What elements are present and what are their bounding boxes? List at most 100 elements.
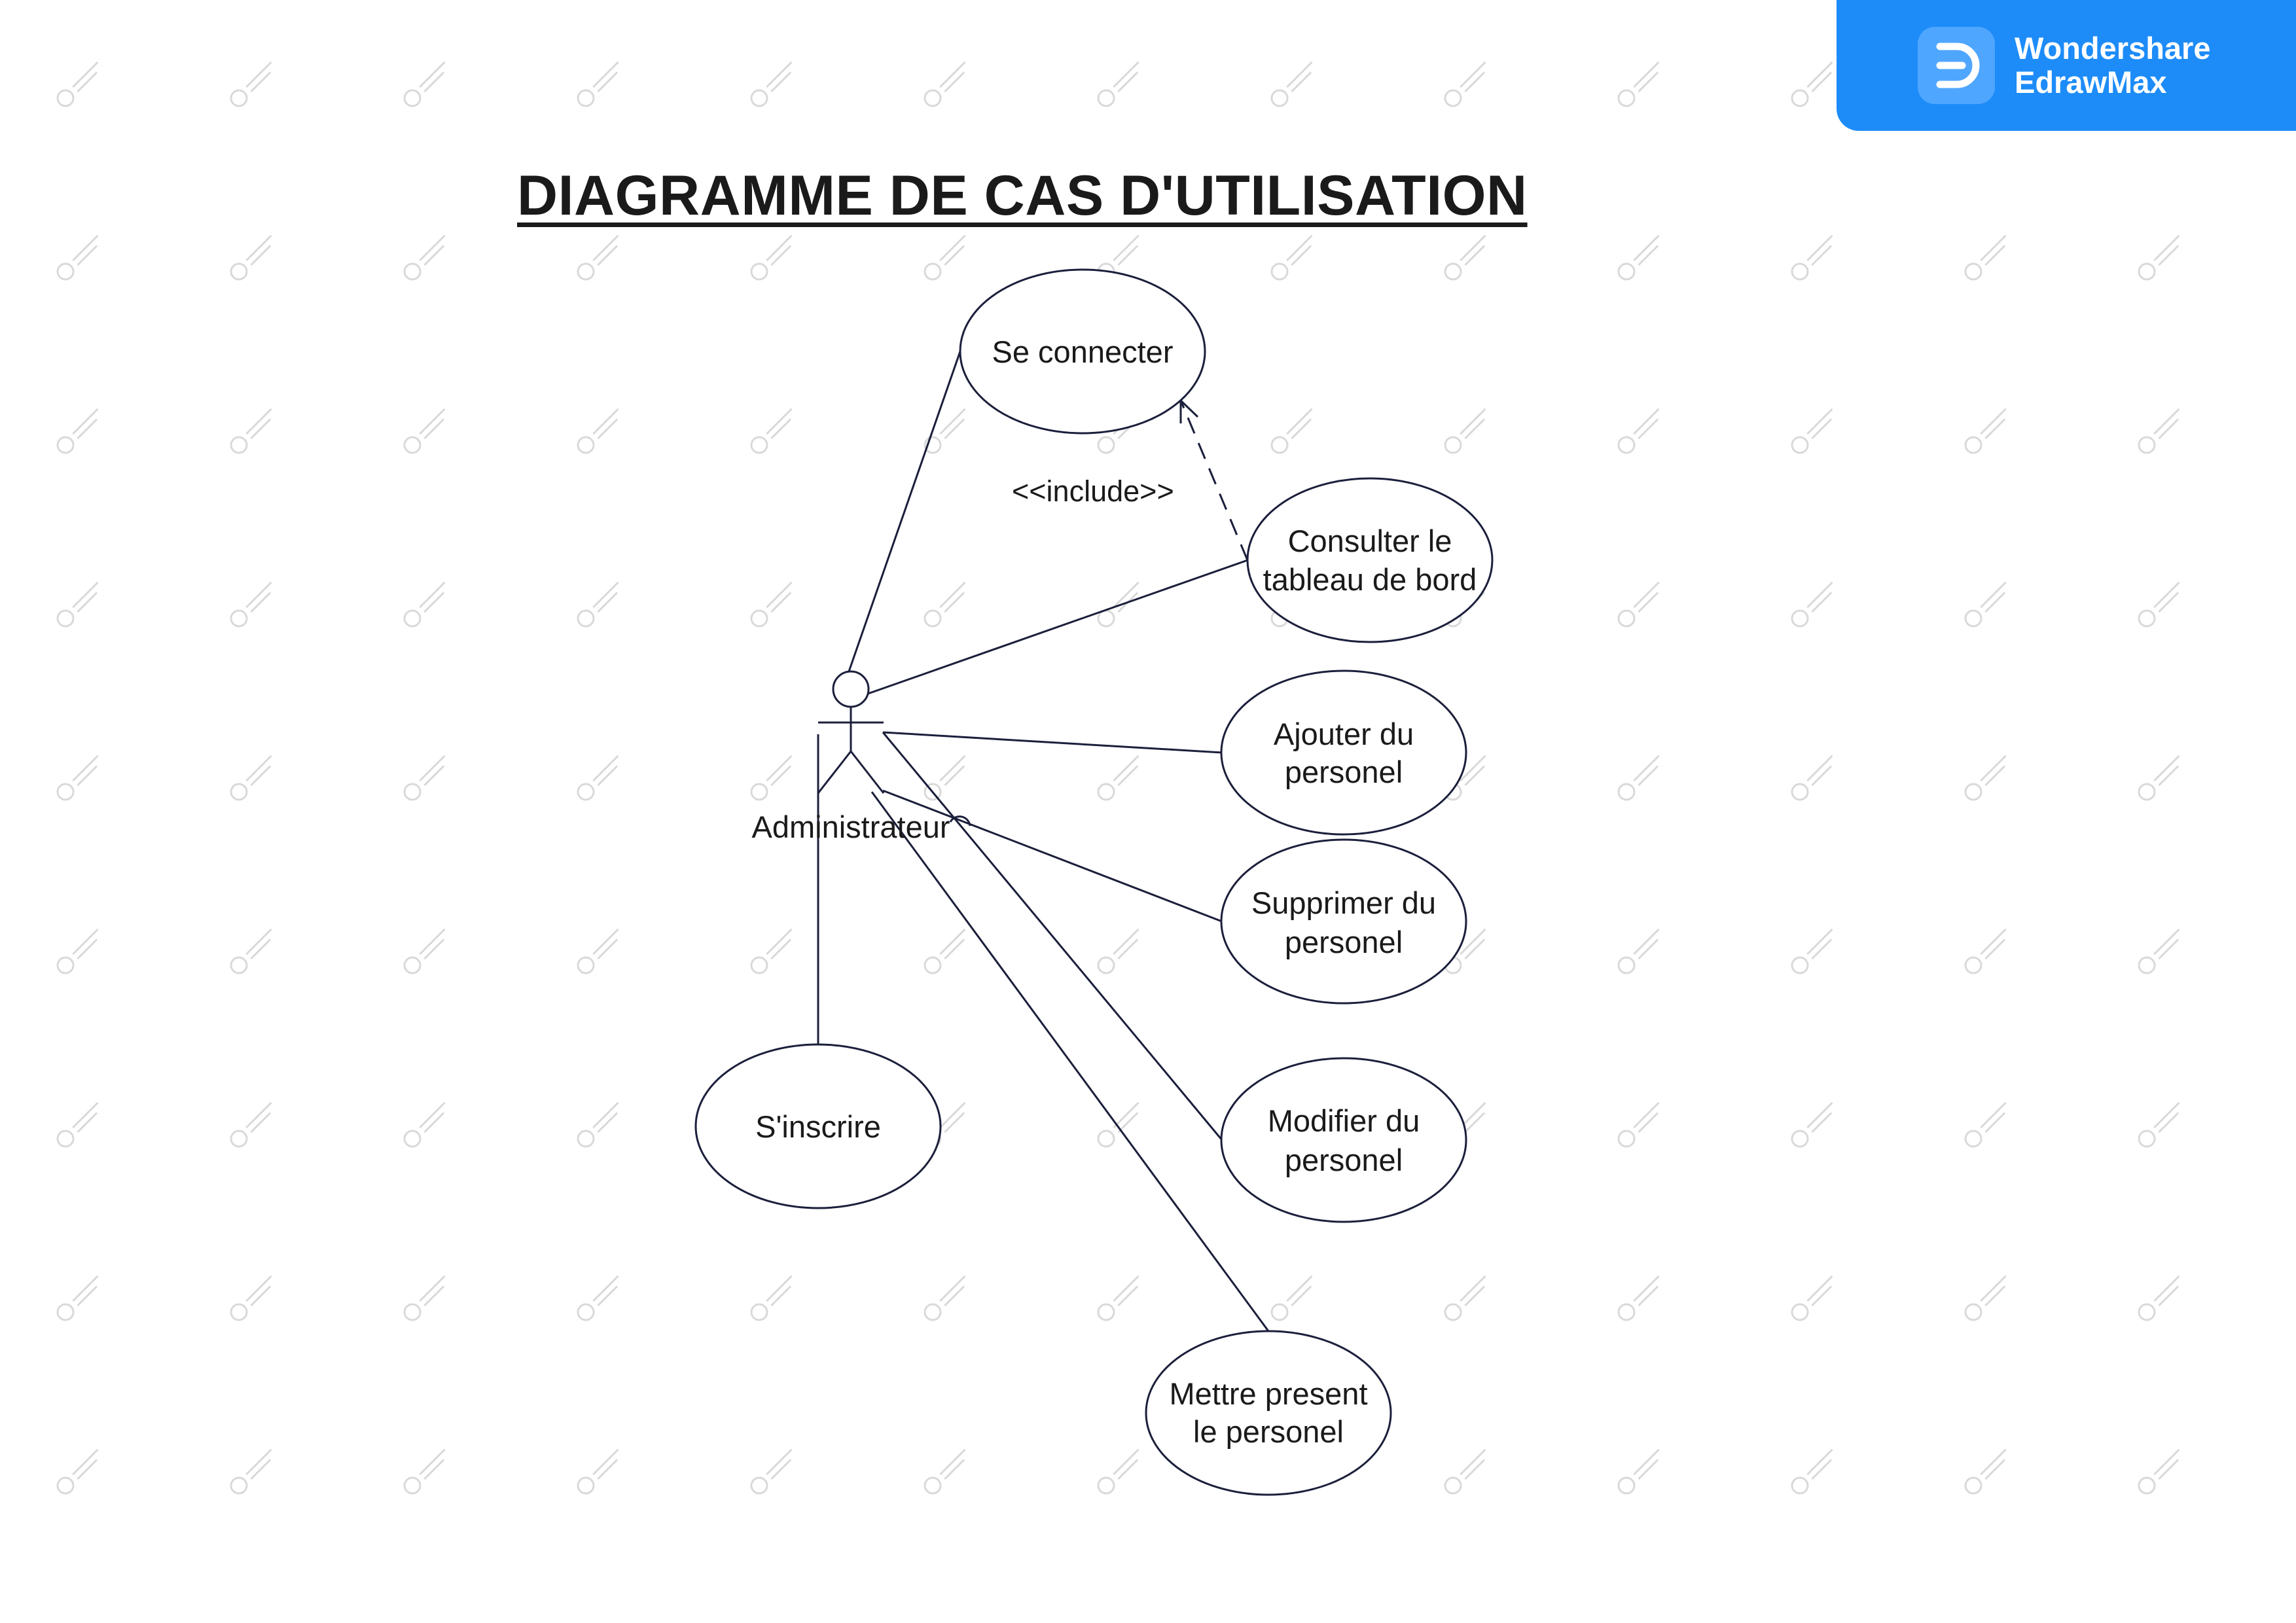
watermark-icon — [1617, 755, 1660, 801]
watermark-icon — [750, 1275, 793, 1321]
watermark-icon — [1617, 234, 1660, 281]
watermark-icon — [230, 1275, 272, 1321]
use-case-label: Se connecter — [992, 334, 1174, 369]
use-case-label-line1: Mettre present — [1169, 1376, 1367, 1411]
watermark-icon — [1617, 1101, 1660, 1148]
watermark-icon — [2138, 1101, 2180, 1148]
actor-label: Administrateur — [752, 810, 950, 844]
watermark-icon — [1097, 755, 1139, 801]
watermark-icon — [924, 755, 966, 801]
watermark-icon — [1617, 1275, 1660, 1321]
use-case-se-connecter[interactable]: Se connecter — [959, 268, 1206, 435]
use-case-label-line1: Ajouter du — [1274, 717, 1414, 751]
watermark-icon — [403, 234, 446, 281]
page-title: DIAGRAMME DE CAS D'UTILISATION — [517, 164, 1528, 227]
watermark-icon — [577, 61, 619, 107]
watermark-icon — [2138, 581, 2180, 628]
use-case-label-line2: le personel — [1193, 1414, 1344, 1449]
watermark-icon — [56, 1101, 99, 1148]
watermark-icon — [1097, 61, 1139, 107]
diagram-canvas: <<include>> Administrateur Se connecter … — [0, 0, 2296, 1623]
watermark-icon — [1617, 928, 1660, 974]
watermark-icon — [1791, 234, 1833, 281]
watermark-icon — [1270, 1275, 1313, 1321]
watermark-icon — [1964, 755, 2007, 801]
watermark-icon — [1791, 581, 1833, 628]
watermark-icon — [230, 1448, 272, 1495]
watermark-icon — [577, 408, 619, 454]
use-case-label-line1: Modifier du — [1268, 1103, 1420, 1138]
use-case-label-line1: Consulter le — [1288, 524, 1452, 558]
watermark-icon — [577, 581, 619, 628]
use-case-s-inscrire[interactable]: S'inscrire — [694, 1043, 942, 1209]
use-case-label-line2: personel — [1285, 925, 1403, 959]
use-case-label-line2: personel — [1285, 755, 1403, 789]
use-case-diagram: <<include>> Administrateur Se connecter … — [56, 61, 2180, 1496]
use-case-mettre-present-le-personel[interactable]: Mettre present le personel — [1145, 1330, 1392, 1496]
watermark-icon — [1964, 408, 2007, 454]
watermark-icon — [403, 1101, 446, 1148]
brand-name-line2: EdrawMax — [2015, 65, 2167, 99]
watermark-icon — [577, 755, 619, 801]
brand-badge[interactable]: Wondershare EdrawMax — [1837, 0, 2296, 131]
brand-name: Wondershare EdrawMax — [2015, 31, 2211, 99]
include-dependency-line — [1179, 400, 1249, 561]
watermark-icon — [1791, 1448, 1833, 1495]
watermark-icon — [1791, 928, 1833, 974]
watermark-icon — [56, 1275, 99, 1321]
watermark-icon — [1617, 61, 1660, 107]
watermark-icon — [56, 755, 99, 801]
watermark-icon — [2138, 1275, 2180, 1321]
watermark-icon — [750, 61, 793, 107]
watermark-icon — [1964, 1101, 2007, 1148]
watermark-icon — [750, 408, 793, 454]
watermark-icon — [924, 408, 966, 454]
watermark-icon — [924, 1275, 966, 1321]
watermark-icon — [924, 1448, 966, 1495]
use-case-label-line1: Supprimer du — [1251, 885, 1436, 920]
watermark-icon — [750, 581, 793, 628]
watermark-icon — [1270, 61, 1313, 107]
watermark-icon — [1617, 408, 1660, 454]
watermark-icon — [403, 581, 446, 628]
watermark-icon — [1791, 1275, 1833, 1321]
watermark-icon — [1270, 234, 1313, 281]
use-case-ajouter-du-personel[interactable]: Ajouter du personel — [1220, 669, 1467, 836]
watermark-icon — [1791, 408, 1833, 454]
actor-administrateur[interactable]: Administrateur — [752, 670, 950, 844]
watermark-icon — [2138, 408, 2180, 454]
watermark-icon — [2138, 1448, 2180, 1495]
association-se-connecter — [848, 351, 961, 672]
watermark-icon — [1791, 755, 1833, 801]
watermark-icon — [230, 234, 272, 281]
watermark-icon — [577, 1101, 619, 1148]
watermark-icon — [2138, 755, 2180, 801]
watermark-icon — [403, 1448, 446, 1495]
watermark-icon — [1964, 234, 2007, 281]
watermark-icon — [230, 581, 272, 628]
brand-name-line1: Wondershare — [2015, 31, 2211, 65]
watermark-icon — [577, 928, 619, 974]
use-case-supprimer-du-personel[interactable]: Supprimer du personel — [1220, 838, 1467, 1005]
association-mettre-present — [870, 791, 1270, 1332]
watermark-icon — [1617, 581, 1660, 628]
use-case-label-line2: personel — [1285, 1143, 1403, 1177]
watermark-icon — [1964, 581, 2007, 628]
watermark-icon — [750, 928, 793, 974]
watermark-icon — [1444, 1448, 1486, 1495]
watermark-icon — [230, 408, 272, 454]
watermark-icon — [750, 234, 793, 281]
watermark-icon — [1791, 61, 1833, 107]
use-case-consulter-tableau-de-bord[interactable]: Consulter le tableau de bord — [1246, 477, 1494, 643]
watermark-icon — [1444, 408, 1486, 454]
use-case-label: S'inscrire — [755, 1109, 881, 1144]
watermark-icon — [577, 1448, 619, 1495]
watermark-icon — [230, 61, 272, 107]
watermark-icon — [1444, 1275, 1486, 1321]
watermark-icon — [924, 581, 966, 628]
watermark-icon — [1964, 1275, 2007, 1321]
watermark-icon — [1097, 1275, 1139, 1321]
use-case-modifier-du-personel[interactable]: Modifier du personel — [1220, 1057, 1467, 1223]
watermark-icon — [56, 581, 99, 628]
association-modifier — [882, 732, 1223, 1141]
